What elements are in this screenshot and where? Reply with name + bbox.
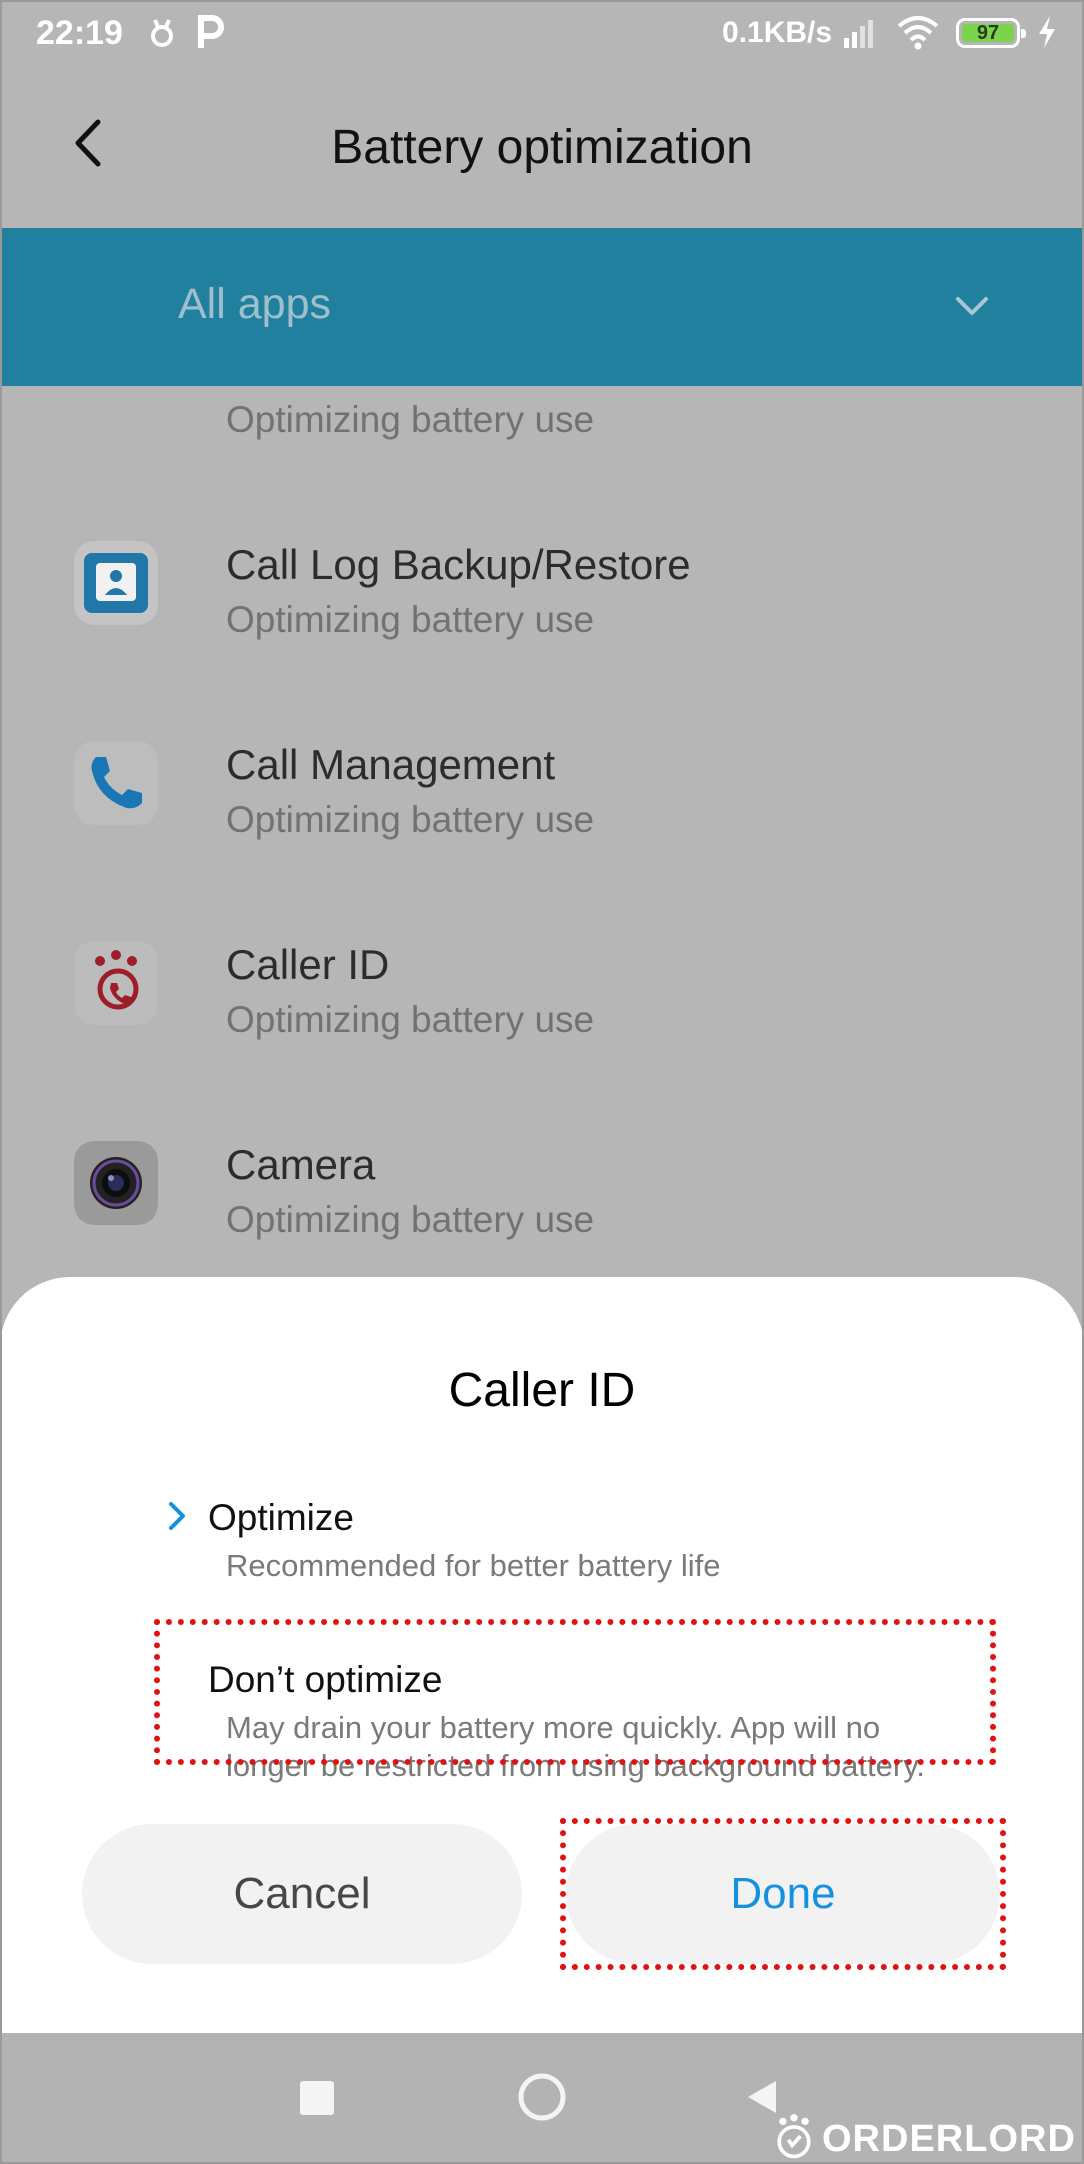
charging-bolt-icon [1039,16,1055,48]
home-button[interactable] [516,2071,568,2123]
caller-id-icon [74,941,158,1025]
network-speed: 0.1KB/s [722,16,833,49]
battery-indicator: 97 [956,18,1026,48]
list-item[interactable]: 31 Optimizing battery use [0,386,1084,506]
signal-icon [844,20,873,48]
battery-level: 97 [962,23,1014,43]
watermark-logo-icon [777,2114,811,2159]
recent-apps-button[interactable] [300,2081,334,2115]
watermark-text: ORDERLORD [822,2118,1076,2160]
app-status: Optimizing battery use [226,599,595,640]
cancel-button[interactable]: Cancel [82,1824,522,1964]
parking-app-icon [198,15,224,48]
app-name: Camera [226,1141,376,1188]
status-time: 22:19 [36,14,123,52]
app-status: Optimizing battery use [226,1199,595,1240]
watermark: ORDERLORD [766,2112,1084,2164]
app-name: Call Log Backup/Restore [226,541,691,588]
option-optimize[interactable]: Optimize Recommended for better battery … [150,1477,950,1597]
list-item[interactable]: Call Log Backup/Restore Optimizing batte… [0,506,1084,706]
wifi-icon [897,16,939,50]
option-optimize-description: Recommended for better battery life [226,1548,721,1583]
app-list: 31 Optimizing battery use Call Log Backu… [0,386,1084,1286]
phone-icon [74,741,158,825]
app-filter-dropdown[interactable]: All apps [0,228,1084,386]
usb-icon [151,19,173,47]
app-name: Call Management [226,741,556,788]
app-header: Battery optimization [0,70,1084,228]
battery-option-dialog: Caller ID Optimize Recommended for bette… [0,1277,1084,2033]
list-item[interactable]: Camera Optimizing battery use [0,1106,1084,1286]
dialog-title: Caller ID [448,1364,636,1417]
contact-card-icon [74,541,158,625]
app-name: Caller ID [226,941,390,988]
chevron-down-icon [956,297,988,315]
camera-icon [74,1141,158,1225]
app-status: Optimizing battery use [226,799,595,840]
app-status: Optimizing battery use [226,399,595,440]
page-title: Battery optimization [331,121,753,174]
highlight-box-done [560,1818,1006,1970]
calendar-icon: 31 [74,386,158,390]
app-status: Optimizing battery use [226,999,595,1040]
highlight-box-dont-optimize [154,1619,996,1765]
list-item[interactable]: Caller ID Optimizing battery use [0,906,1084,1106]
status-bar: 22:19 0.1KB/s 97 [0,0,1084,70]
option-optimize-label: Optimize [208,1497,354,1538]
list-item[interactable]: Call Management Optimizing battery use [0,706,1084,906]
filter-label: All apps [178,280,331,328]
